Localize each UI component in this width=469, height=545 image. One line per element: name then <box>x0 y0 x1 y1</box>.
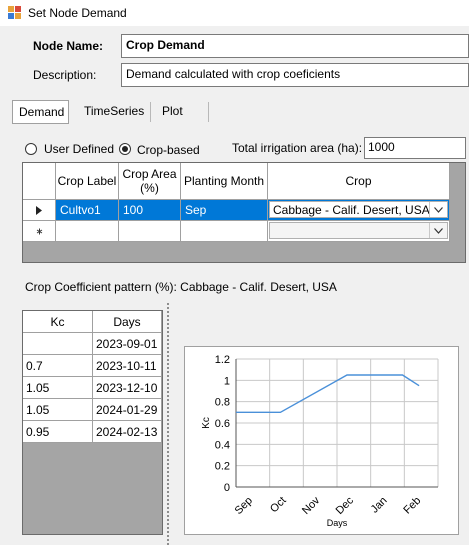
days-cell[interactable]: 2023-10-11 <box>93 355 162 377</box>
node-name-label: Node Name: <box>33 39 104 53</box>
crop-grid[interactable]: Crop Label Crop Area (%) Planting Month … <box>22 162 466 263</box>
new-planting-month-cell[interactable] <box>181 221 268 242</box>
description-field[interactable]: Demand calculated with crop coeficients <box>121 63 469 87</box>
pattern-title: Crop Coefficient pattern (%): Cabbage - … <box>25 280 337 294</box>
user-defined-label[interactable]: User Defined <box>44 142 114 156</box>
kc-cell[interactable]: 0.95 <box>23 421 93 443</box>
y-tick-label: 1 <box>224 375 230 387</box>
crop-based-radio[interactable] <box>119 143 131 155</box>
y-tick-label: 1.2 <box>215 354 230 366</box>
kc-cell[interactable]: 1.05 <box>23 377 93 399</box>
irrigation-area-label: Total irrigation area (ha): <box>232 141 363 155</box>
y-tick-label: 0 <box>224 482 230 494</box>
days-cell[interactable]: 2023-09-01 <box>93 333 162 355</box>
y-tick-label: 0.6 <box>215 418 230 430</box>
tab-demand[interactable]: Demand <box>12 100 69 124</box>
chevron-down-icon[interactable] <box>429 223 447 238</box>
irrigation-area-input[interactable]: 1000 <box>364 137 466 159</box>
tab-timeseries[interactable]: TimeSeries <box>78 100 148 124</box>
days-cell[interactable]: 2024-02-13 <box>93 421 162 443</box>
new-row-header[interactable] <box>23 221 56 242</box>
kc-cell[interactable]: 0.7 <box>23 355 93 377</box>
column-header-crop-label[interactable]: Crop Label <box>56 163 119 200</box>
x-tick-label: Dec <box>334 494 357 517</box>
tab-plot[interactable]: Plot <box>156 100 206 124</box>
days-cell[interactable]: 2024-01-29 <box>93 399 162 421</box>
column-header-crop-area[interactable]: Crop Area (%) <box>119 163 181 200</box>
crop-dropdown[interactable]: Cabbage - Calif. Desert, USA <box>269 201 448 218</box>
tab-divider <box>208 102 209 122</box>
panel-splitter[interactable] <box>166 302 170 545</box>
kc-chart: 0 0.2 0.4 0.6 0.8 1 1.2 Sep Oct Nov Dec Jan Feb Kc Day… <box>184 346 459 535</box>
grid-corner <box>23 163 56 200</box>
crop-area-cell[interactable]: 100 <box>119 200 181 221</box>
crop-cell[interactable]: Cabbage - Calif. Desert, USA <box>268 200 450 221</box>
new-row-asterisk-icon <box>36 228 42 234</box>
column-header-crop[interactable]: Crop <box>268 163 450 200</box>
days-cell[interactable]: 2023-12-10 <box>93 377 162 399</box>
y-axis-title: Kc <box>201 417 212 429</box>
x-tick-label: Feb <box>401 495 423 517</box>
y-tick-label: 0.2 <box>215 461 230 473</box>
current-row-arrow-icon <box>35 205 42 215</box>
column-header-planting-month[interactable]: Planting Month <box>181 163 268 200</box>
x-tick-label: Jan <box>369 495 390 516</box>
new-crop-dropdown[interactable] <box>269 222 448 239</box>
kc-cell[interactable]: 1.05 <box>23 399 93 421</box>
y-tick-label: 0.4 <box>215 439 230 451</box>
x-tick-label: Nov <box>300 494 323 517</box>
x-tick-label: Sep <box>233 495 255 517</box>
crop-dropdown-value: Cabbage - Calif. Desert, USA <box>273 203 430 217</box>
window-title: Set Node Demand <box>28 6 127 20</box>
new-crop-cell[interactable] <box>268 221 450 242</box>
crop-label-cell[interactable]: Cultvo1 <box>56 200 119 221</box>
new-crop-area-cell[interactable] <box>119 221 181 242</box>
description-label: Description: <box>33 68 97 82</box>
user-defined-radio[interactable] <box>25 143 37 155</box>
column-header-days[interactable]: Days <box>93 311 162 333</box>
chevron-down-icon[interactable] <box>429 202 447 217</box>
kc-chart-svg: 0 0.2 0.4 0.6 0.8 1 1.2 Sep Oct Nov Dec Jan Feb Kc Day… <box>201 354 439 528</box>
title-bar: Set Node Demand <box>0 0 469 26</box>
x-tick-label: Oct <box>268 495 289 516</box>
y-tick-label: 0.8 <box>215 397 230 409</box>
column-header-kc[interactable]: Kc <box>23 311 93 333</box>
row-header[interactable] <box>23 200 56 221</box>
x-axis-title: Days <box>327 518 348 528</box>
kc-table[interactable]: Kc Days 0.7 2023-09-01 0.7 2023-10-11 1.… <box>22 310 163 535</box>
tab-divider <box>150 102 151 122</box>
app-window-icon <box>8 6 21 19</box>
planting-month-cell[interactable]: Sep <box>181 200 268 221</box>
kc-cell[interactable]: 0.7 <box>23 333 93 355</box>
node-name-field[interactable]: Crop Demand <box>121 34 469 58</box>
crop-based-label[interactable]: Crop-based <box>137 143 200 157</box>
new-crop-label-cell[interactable] <box>56 221 119 242</box>
